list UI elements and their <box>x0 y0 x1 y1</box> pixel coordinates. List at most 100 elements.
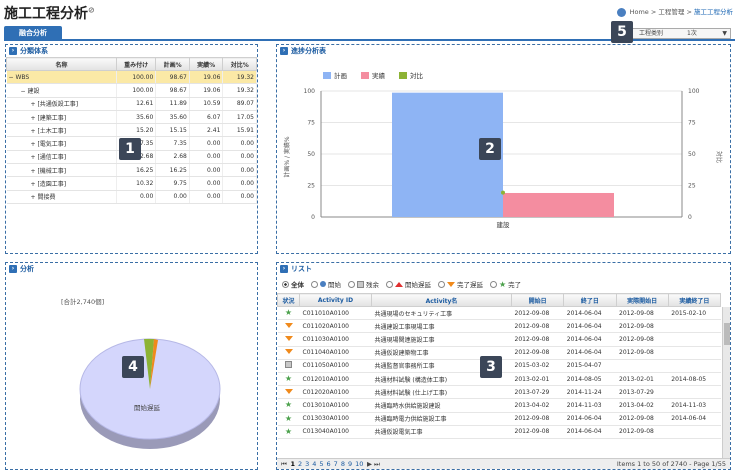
wbs-w: 0.00 <box>116 190 157 204</box>
panel-toggle-icon[interactable]: › <box>280 265 288 273</box>
col-weight[interactable]: 重み付け <box>115 57 157 71</box>
cell-s: 2013-04-02 <box>511 398 564 413</box>
list-scrollbar[interactable] <box>722 307 730 458</box>
panel-toggle-icon[interactable]: › <box>9 47 17 55</box>
cell-e: 2014-06-04 <box>563 306 616 321</box>
first-page-icon[interactable]: ⏮ <box>281 460 287 468</box>
wbs-row[interactable]: + [建築工事] 35.60 35.60 6.07 17.05 <box>6 110 257 125</box>
breadcrumb-mgmt[interactable]: 工程管理 <box>658 8 684 16</box>
status-cell <box>277 346 300 360</box>
cell-ae <box>668 359 721 373</box>
page-link[interactable]: 2 <box>298 460 302 468</box>
breadcrumb-home[interactable]: Home <box>630 8 649 16</box>
page-link[interactable]: 1 <box>290 460 295 468</box>
scroll-thumb[interactable] <box>724 323 730 345</box>
y-tick-label: 75 <box>307 120 315 127</box>
wbs-row[interactable]: + 間接費 0.00 0.00 0.00 0.00 <box>6 190 257 204</box>
wbs-row[interactable]: + [機械工事] 16.25 16.25 0.00 0.00 <box>6 163 257 178</box>
page-link[interactable]: 10 <box>355 460 363 468</box>
tab-fusion-analysis[interactable]: 融合分析 <box>4 26 62 41</box>
wbs-row[interactable]: − 建設 100.00 98.67 19.06 19.32 <box>6 83 257 98</box>
col-status[interactable]: 状況 <box>277 293 300 307</box>
panel-title: 分析 <box>20 265 34 273</box>
wbs-a: 0.00 <box>189 150 224 165</box>
wbs-row[interactable]: + [土木工事] 15.20 15.15 2.41 15.91 <box>6 123 257 138</box>
wbs-row[interactable]: + [共通仮設工事] 12.61 11.89 10.59 89.07 <box>6 97 257 111</box>
filter-start-delay[interactable]: 開始遅延 <box>386 279 431 289</box>
cell-as: 2012-09-08 <box>616 425 669 439</box>
col-end[interactable]: 終了日 <box>563 293 617 307</box>
last-page-icon[interactable]: ⏭ <box>374 460 380 468</box>
wbs-row[interactable]: − WBS 100.00 98.67 19.06 19.32 <box>6 70 257 85</box>
cell-ae <box>668 425 721 439</box>
filter-done[interactable]: ★ 完了 <box>490 279 521 289</box>
cell-id: C011040A0100 <box>299 346 372 360</box>
process-type-select[interactable]: 工程类别 1次 ▼ <box>616 28 731 39</box>
page-link[interactable]: 4 <box>312 460 316 468</box>
y2-axis-label: 対比 <box>715 151 723 163</box>
wbs-w: 100.00 <box>116 83 157 98</box>
filter-remaining[interactable]: 残余 <box>348 279 379 289</box>
page-link[interactable]: 9 <box>348 460 352 468</box>
wbs-p: 7.35 <box>155 136 190 151</box>
activity-row[interactable]: ★ C013040A0100 共通仮設電気工事 2012-09-08 2014-06-0… <box>277 425 721 439</box>
cell-e: 2014-11-03 <box>563 398 616 413</box>
page-link[interactable]: 7 <box>334 460 338 468</box>
panel-toggle-icon[interactable]: › <box>9 265 17 273</box>
wbs-c: 19.32 <box>222 70 257 85</box>
select-value: 1次 <box>687 30 697 37</box>
wbs-a: 0.00 <box>189 163 224 178</box>
activity-row[interactable]: C012020A0100 共通材料試験 (仕上げ工事) 2013-07-29 2014… <box>277 385 721 400</box>
activity-row[interactable]: C011020A0100 共通建設工事現場工事 2012-09-08 2014-06-… <box>277 319 721 334</box>
page-link[interactable]: 5 <box>319 460 323 468</box>
wbs-name: + [電気工事] <box>6 136 117 151</box>
col-actual-start[interactable]: 実際開始日 <box>615 293 669 307</box>
cell-name: 共通建設工事現場工事 <box>371 319 512 334</box>
col-ratio[interactable]: 対比% <box>222 57 257 71</box>
wbs-c: 0.00 <box>222 136 257 151</box>
wbs-p: 16.25 <box>155 163 190 178</box>
start-delay-icon <box>395 281 403 287</box>
status-cell: ★ <box>277 306 300 321</box>
col-plan[interactable]: 計画% <box>155 57 190 71</box>
page-link[interactable]: 8 <box>341 460 345 468</box>
cell-as: 2013-07-29 <box>616 385 669 400</box>
col-name[interactable]: 名称 <box>6 57 117 71</box>
activity-row[interactable]: ★ C013010A0100 共通臨時水供給施設建設 2013-04-02 2014-1… <box>277 398 721 413</box>
page-link[interactable]: 6 <box>327 460 331 468</box>
next-page-icon[interactable]: ▶ <box>367 460 372 468</box>
cell-id: C013040A0100 <box>299 425 372 439</box>
legend-label: 対比 <box>410 71 424 80</box>
wbs-name: + [土木工事] <box>6 123 117 138</box>
select-label: 工程类别 <box>639 30 664 37</box>
page-list: 1 2 3 4 5 6 7 8 9 10 <box>289 460 365 468</box>
col-activity-name[interactable]: Activity名 <box>371 293 512 307</box>
radio-icon <box>386 280 393 288</box>
legend-swatch <box>399 72 407 79</box>
col-activity-id[interactable]: Activity ID <box>299 293 372 307</box>
finish-delay-icon <box>284 349 293 355</box>
home-icon[interactable] <box>616 7 626 17</box>
y2-tick-label: 0 <box>688 214 692 221</box>
col-start[interactable]: 開始日 <box>510 293 565 307</box>
activity-row[interactable]: ★ C013030A0100 共通臨時電力供給施設工事 2012-09-08 2014-… <box>277 412 721 426</box>
activity-row[interactable]: C011030A0100 共通現場関連施設工事 2012-09-08 2014-06-… <box>277 332 721 347</box>
page-link[interactable]: 3 <box>305 460 309 468</box>
wbs-c: 15.91 <box>222 123 257 138</box>
cell-name: 共通現場関連施設工事 <box>371 332 512 347</box>
status-cell: ★ <box>277 372 300 387</box>
filter-start[interactable]: 開始 <box>311 279 341 289</box>
activity-row[interactable]: ★ C011010A0100 共通現場のセキュリティ工事 2012-09-08 2014… <box>277 306 721 321</box>
filter-all[interactable]: 全体 <box>282 279 304 289</box>
cell-as <box>616 359 669 373</box>
col-actual-end[interactable]: 実績終了日 <box>667 293 722 307</box>
col-actual[interactable]: 実績% <box>188 57 224 71</box>
wbs-p: 9.75 <box>155 176 190 191</box>
panel-toggle-icon[interactable]: › <box>280 47 288 55</box>
cell-as: 2013-04-02 <box>616 398 669 413</box>
filter-finish-delay[interactable]: 完了遅延 <box>438 279 483 289</box>
progress-bar-chart: 0 025 2550 5075 75100 100計画% / 実績% 対比計画 実績 対比建設 <box>283 71 723 229</box>
cell-e: 2014-06-04 <box>563 346 616 360</box>
wbs-w: 12.61 <box>116 97 157 111</box>
wbs-row[interactable]: + [造園工事] 10.32 9.75 0.00 0.00 <box>6 176 257 191</box>
